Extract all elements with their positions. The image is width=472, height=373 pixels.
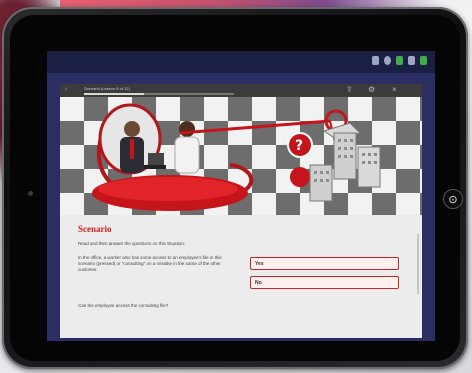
svg-text:?: ? xyxy=(295,138,303,154)
app-titlebar: ‹ Scenario (Lesson 8 of 12) ⇪ ⚙ × xyxy=(60,84,422,97)
gear-icon[interactable]: ⚙ xyxy=(368,85,375,95)
laptop xyxy=(144,165,166,169)
share-icon[interactable]: ⇪ xyxy=(346,85,353,95)
man-head xyxy=(124,121,140,137)
answer-label: Yes xyxy=(255,261,264,267)
laptop-screen xyxy=(148,153,164,165)
status-bar xyxy=(47,51,435,73)
course-app-window: ‹ Scenario (Lesson 8 of 12) ⇪ ⚙ × ? Scen… xyxy=(60,84,422,338)
close-icon[interactable]: × xyxy=(392,85,397,95)
signal-icon xyxy=(372,56,379,65)
home-button[interactable]: ⊙ xyxy=(443,189,463,209)
home-button-icon: ⊙ xyxy=(448,193,458,206)
followup-question: Can the employee access the consulting f… xyxy=(78,303,169,308)
camera-dot xyxy=(28,191,33,196)
section-heading: Scenario xyxy=(78,224,112,234)
status-icons xyxy=(372,56,427,65)
intro-text: Read and then answer the questions on th… xyxy=(78,241,186,246)
battery-icon xyxy=(420,56,427,65)
scenario-illustration: ? xyxy=(60,97,422,215)
answer-option-yes[interactable]: Yes xyxy=(250,257,399,270)
answer-option-no[interactable]: No xyxy=(250,276,399,289)
network-node-2 xyxy=(290,167,310,187)
window-title: Scenario (Lesson 8 of 12) xyxy=(84,86,130,91)
man-tie xyxy=(130,139,134,159)
woman-head xyxy=(179,121,195,137)
couch-seat xyxy=(98,177,238,201)
connection-line xyxy=(179,119,331,135)
question-text: In the office, a worker who has some acc… xyxy=(78,255,222,272)
tablet-frame: ⊙ ‹ Scenario (Lesson 8 of 12) ⇪ ⚙ × ? Sc… xyxy=(2,7,468,369)
lesson-progress-fill xyxy=(84,93,144,95)
answer-label: No xyxy=(255,280,262,286)
sync-icon xyxy=(384,56,391,65)
scrollbar[interactable] xyxy=(417,234,419,294)
building-left xyxy=(309,164,333,202)
tablet-screen: ‹ Scenario (Lesson 8 of 12) ⇪ ⚙ × ? Scen… xyxy=(47,51,435,341)
lesson-progress-bar xyxy=(84,93,234,95)
back-arrow-icon[interactable]: ‹ xyxy=(65,86,67,94)
woman-blouse xyxy=(174,136,200,174)
wifi-icon xyxy=(396,56,403,65)
alert-icon xyxy=(408,56,415,65)
